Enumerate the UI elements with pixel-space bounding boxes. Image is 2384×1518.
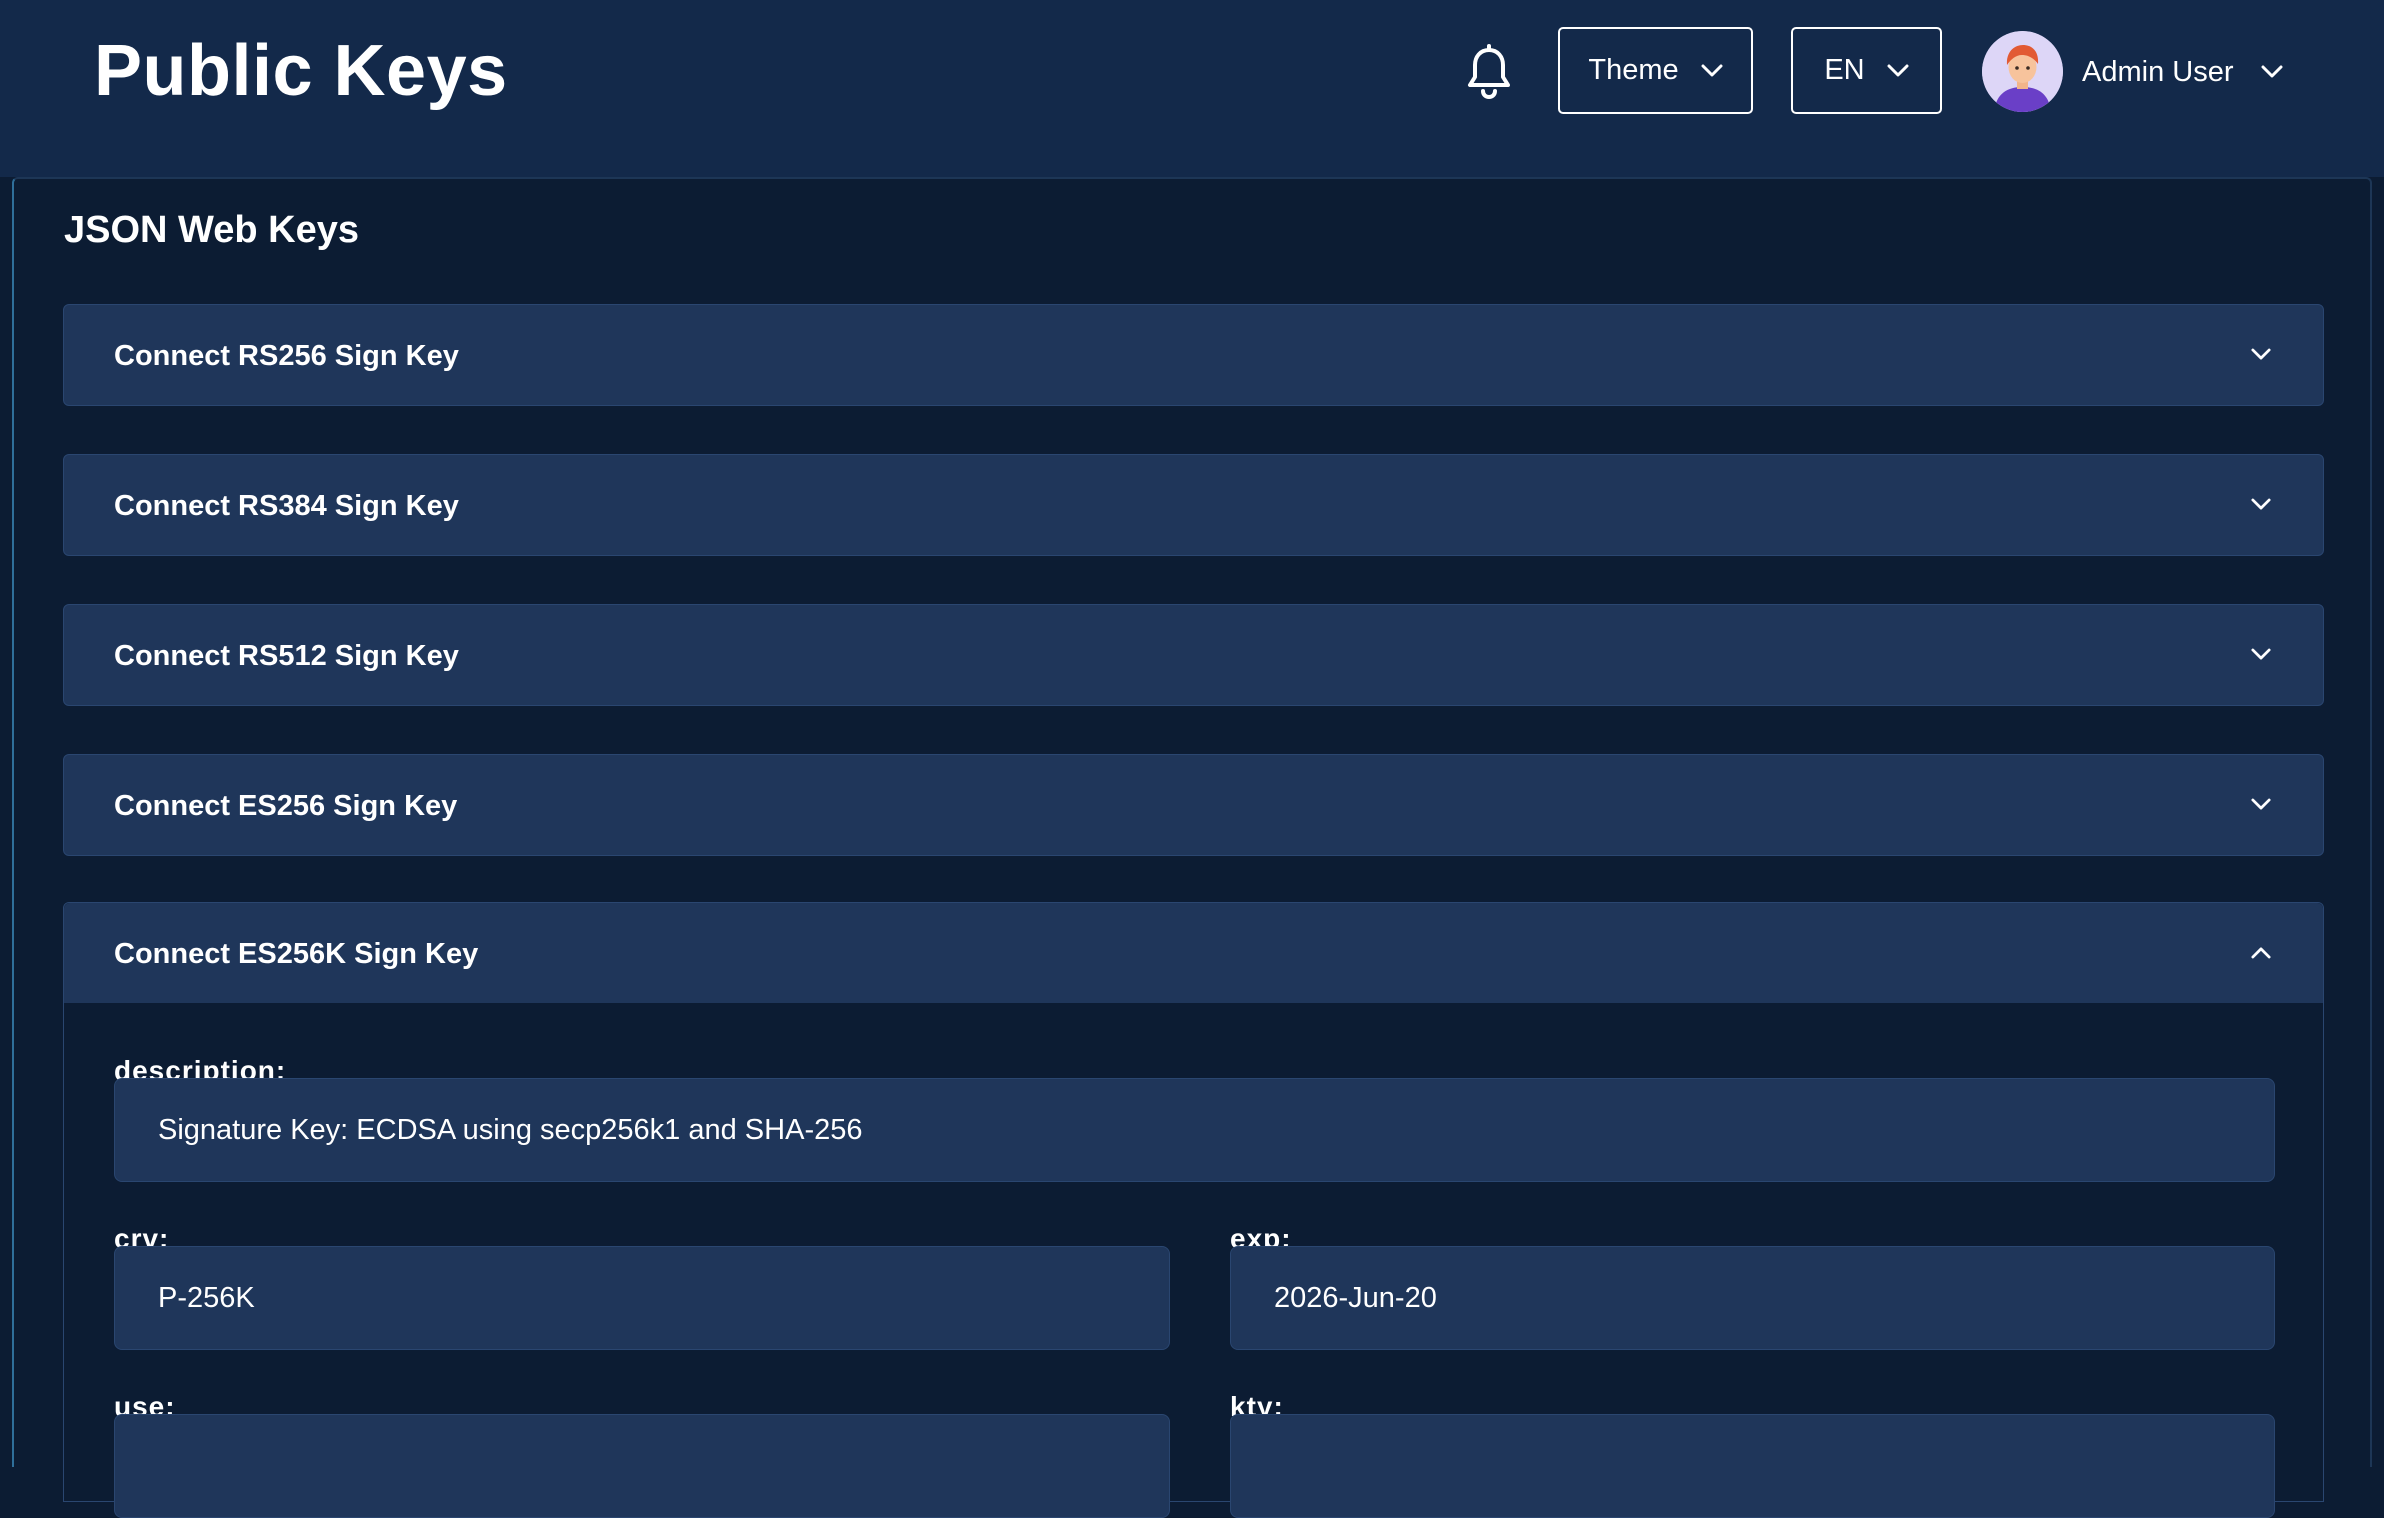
chevron-down-icon[interactable] — [2261, 65, 2283, 79]
kty-field[interactable] — [1230, 1414, 2275, 1518]
use-field[interactable] — [114, 1414, 1170, 1518]
exp-field[interactable]: 2026-Jun-20 — [1230, 1246, 2275, 1350]
accordion-es256k: Connect ES256K Sign Key description: Sig… — [63, 902, 2324, 1518]
description-field[interactable]: Signature Key: ECDSA using secp256k1 and… — [114, 1078, 2275, 1182]
page-title: Public Keys — [94, 31, 508, 111]
accordion-rs512[interactable]: Connect RS512 Sign Key — [63, 604, 2324, 706]
accordion-label: Connect ES256K Sign Key — [114, 938, 479, 970]
accordion-label: Connect RS512 Sign Key — [114, 640, 459, 672]
chevron-down-icon — [1701, 64, 1723, 76]
accordion-header-es256k[interactable]: Connect ES256K Sign Key — [64, 903, 2323, 1003]
chevron-down-icon — [2251, 498, 2271, 510]
accordion-rs384[interactable]: Connect RS384 Sign Key — [63, 454, 2324, 556]
user-avatar[interactable] — [1982, 31, 2063, 112]
chevron-down-icon — [2251, 798, 2271, 810]
language-dropdown[interactable]: EN — [1791, 27, 1942, 114]
bell-icon[interactable] — [1465, 44, 1513, 100]
accordion-label: Connect RS384 Sign Key — [114, 490, 459, 522]
json-web-keys-panel: JSON Web Keys Connect RS256 Sign Key Con… — [12, 177, 2372, 1518]
user-name[interactable]: Admin User — [2082, 52, 2234, 92]
accordion-label: Connect ES256 Sign Key — [114, 790, 458, 822]
crv-field[interactable]: P-256K — [114, 1246, 1170, 1350]
top-header: Public Keys Theme EN Admin User — [0, 0, 2384, 177]
theme-dropdown[interactable]: Theme — [1558, 27, 1753, 114]
chevron-down-icon — [2251, 648, 2271, 660]
theme-label: Theme — [1588, 54, 1679, 86]
chevron-down-icon — [2251, 348, 2271, 360]
accordion-label: Connect RS256 Sign Key — [114, 340, 459, 372]
chevron-down-icon — [1887, 64, 1909, 76]
chevron-up-icon — [2251, 947, 2271, 959]
accordion-es256[interactable]: Connect ES256 Sign Key — [63, 754, 2324, 856]
section-title: JSON Web Keys — [64, 209, 359, 251]
accordion-rs256[interactable]: Connect RS256 Sign Key — [63, 304, 2324, 406]
language-label: EN — [1824, 54, 1865, 86]
